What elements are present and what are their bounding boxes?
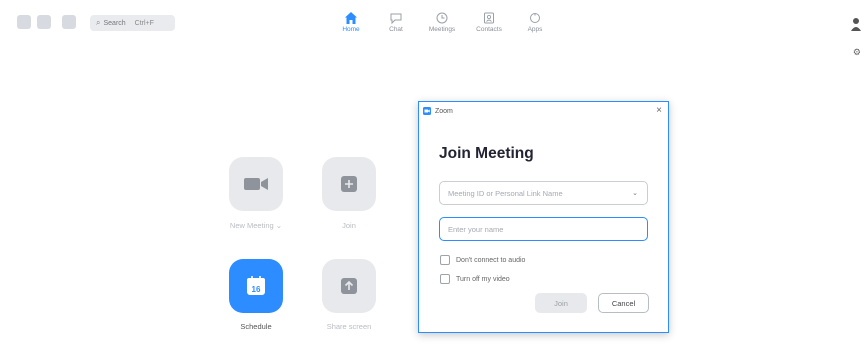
- share-screen-label: Share screen: [326, 322, 372, 331]
- meeting-id-placeholder: Meeting ID or Personal Link Name: [448, 188, 563, 198]
- forward-button[interactable]: [37, 15, 51, 29]
- name-placeholder: Enter your name: [448, 224, 504, 234]
- search-box[interactable]: ⌕ Search Ctrl+F: [90, 15, 175, 31]
- clock-icon: [436, 12, 448, 24]
- tab-meetings[interactable]: Meetings: [424, 11, 460, 33]
- dialog-titlebar: Zoom: [419, 102, 668, 120]
- profile-avatar-icon[interactable]: [851, 17, 861, 31]
- name-input[interactable]: Enter your name: [439, 217, 648, 241]
- tab-chat-label: Chat: [389, 26, 403, 33]
- contacts-icon: [484, 12, 494, 24]
- video-option-label: Turn off my video: [456, 275, 510, 283]
- settings-gear-icon[interactable]: ⚙: [853, 47, 861, 58]
- top-toolbar: ⌕ Search Ctrl+F Home Chat Meetings Conta…: [0, 0, 865, 46]
- audio-checkbox[interactable]: [440, 255, 450, 265]
- audio-option-row[interactable]: Don't connect to audio: [440, 255, 525, 265]
- close-icon[interactable]: ×: [656, 105, 662, 116]
- share-screen-icon: [341, 278, 357, 294]
- tab-home[interactable]: Home: [333, 11, 369, 33]
- schedule-label: Schedule: [240, 322, 272, 331]
- tab-contacts-label: Contacts: [476, 26, 502, 33]
- zoom-app-icon: [423, 107, 431, 115]
- tab-meetings-label: Meetings: [428, 26, 456, 33]
- share-screen-button[interactable]: [322, 259, 376, 313]
- tab-chat[interactable]: Chat: [378, 11, 414, 33]
- dialog-heading: Join Meeting: [439, 145, 534, 162]
- dialog-title: Zoom: [435, 107, 453, 115]
- schedule-button[interactable]: 16: [229, 259, 283, 313]
- join-tile-label: Join: [342, 221, 356, 230]
- search-label: Search: [103, 19, 126, 27]
- join-meeting-dialog: Zoom × Join Meeting Meeting ID or Person…: [418, 101, 669, 333]
- tab-home-label: Home: [342, 26, 360, 33]
- video-option-row[interactable]: Turn off my video: [440, 274, 510, 284]
- search-icon: ⌕: [96, 18, 101, 27]
- apps-icon: [530, 13, 540, 23]
- video-camera-icon: [244, 178, 268, 190]
- chevron-down-icon[interactable]: ⌄: [632, 189, 638, 197]
- back-button[interactable]: [17, 15, 31, 29]
- home-icon: [345, 12, 357, 24]
- join-tile-button[interactable]: [322, 157, 376, 211]
- search-shortcut: Ctrl+F: [134, 19, 154, 27]
- cancel-button[interactable]: Cancel: [598, 293, 649, 313]
- tab-apps-label: Apps: [527, 26, 543, 33]
- new-meeting-button[interactable]: [229, 157, 283, 211]
- tab-apps[interactable]: Apps: [517, 11, 553, 33]
- audio-option-label: Don't connect to audio: [456, 256, 526, 264]
- chat-icon: [390, 13, 402, 25]
- plus-icon: [341, 176, 357, 192]
- video-checkbox[interactable]: [440, 274, 450, 284]
- history-button[interactable]: [62, 15, 76, 29]
- meeting-id-input[interactable]: Meeting ID or Personal Link Name ⌄: [439, 181, 648, 205]
- tab-contacts[interactable]: Contacts: [471, 11, 507, 33]
- calendar-day-number: 16: [252, 285, 261, 294]
- new-meeting-label: New Meeting ⌄: [229, 221, 283, 230]
- join-button[interactable]: Join: [535, 293, 587, 313]
- calendar-icon: 16: [247, 276, 265, 295]
